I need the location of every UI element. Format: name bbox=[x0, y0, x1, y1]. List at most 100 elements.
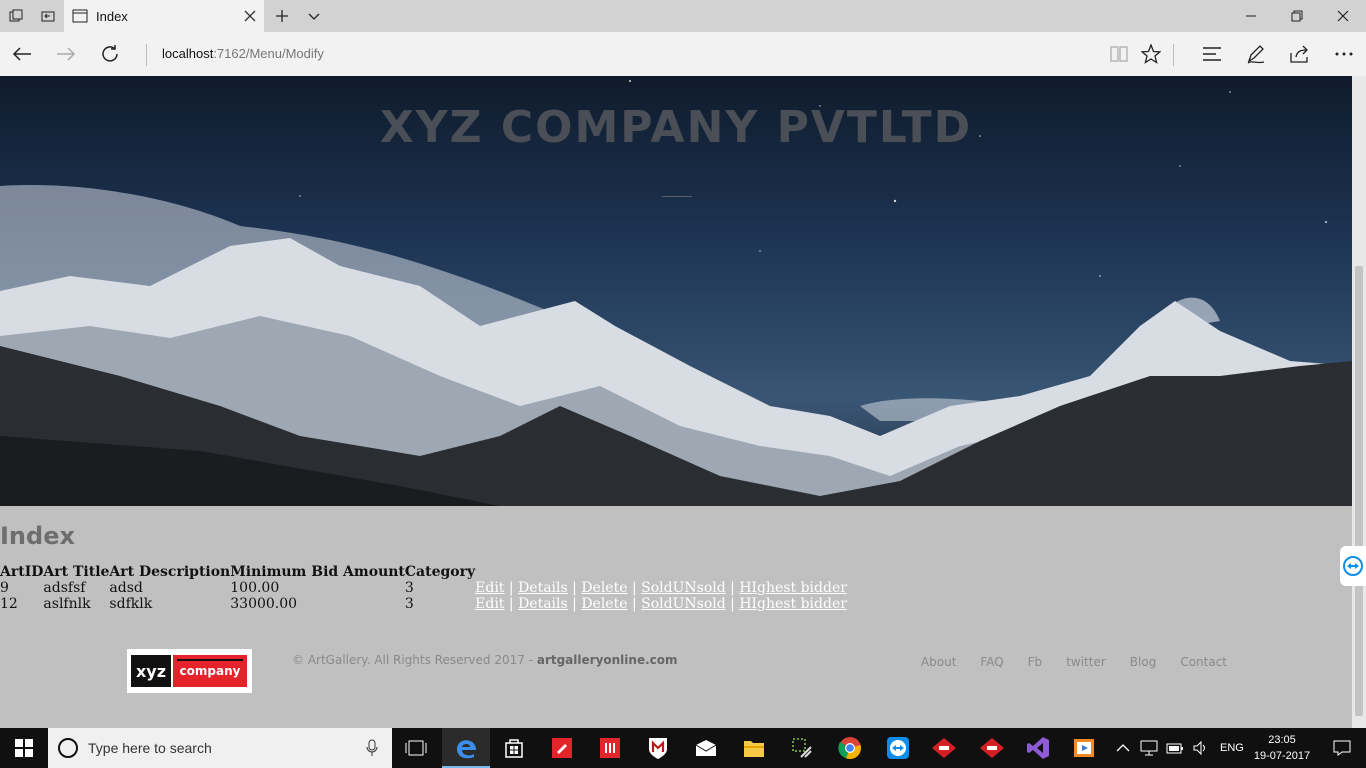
copyright-site-link[interactable]: artgalleryonline.com bbox=[537, 653, 678, 667]
favorite-button[interactable] bbox=[1135, 38, 1167, 70]
highest-bidder-link[interactable]: HIghest bidder bbox=[739, 596, 847, 612]
start-button[interactable] bbox=[0, 728, 48, 768]
volume-icon[interactable] bbox=[1192, 740, 1208, 756]
footer-link-fb[interactable]: Fb bbox=[1028, 655, 1043, 669]
forward-arrow-icon bbox=[57, 47, 76, 61]
web-note-button[interactable] bbox=[1240, 38, 1272, 70]
footer-link-twitter[interactable]: twitter bbox=[1066, 655, 1106, 669]
hero-divider bbox=[662, 196, 692, 197]
sold-unsold-link[interactable]: SoldUNsold bbox=[641, 580, 726, 596]
footer-link-faq[interactable]: FAQ bbox=[980, 655, 1003, 669]
chrome-icon[interactable] bbox=[826, 728, 874, 768]
details-link[interactable]: Details bbox=[518, 596, 568, 612]
app-red-pen-icon[interactable] bbox=[538, 728, 586, 768]
footer-link-about[interactable]: About bbox=[921, 655, 956, 669]
teamviewer-taskbar-icon[interactable] bbox=[874, 728, 922, 768]
edit-link[interactable]: Edit bbox=[475, 580, 504, 596]
mail-icon[interactable] bbox=[682, 728, 730, 768]
cortana-icon bbox=[58, 738, 78, 758]
mcafee-icon[interactable] bbox=[634, 728, 682, 768]
system-tray: ENG bbox=[1112, 728, 1244, 768]
page-scrollbar[interactable] bbox=[1352, 76, 1366, 728]
share-button[interactable] bbox=[1284, 38, 1316, 70]
microphone-icon[interactable] bbox=[366, 739, 378, 757]
edit-link[interactable]: Edit bbox=[475, 596, 504, 612]
close-window-button[interactable] bbox=[1320, 0, 1366, 32]
cell-artid: 9 bbox=[0, 580, 9, 596]
tab-index[interactable]: Index bbox=[64, 0, 264, 32]
taskbar-search[interactable]: Type here to search bbox=[48, 728, 392, 768]
battery-icon[interactable] bbox=[1166, 741, 1184, 755]
action-separator: | bbox=[508, 596, 514, 612]
teamviewer-icon bbox=[1343, 556, 1363, 576]
delete-link[interactable]: Delete bbox=[581, 580, 627, 596]
header-actions bbox=[475, 564, 847, 580]
app-red-diamond-icon[interactable] bbox=[920, 728, 968, 768]
cell-art-title: adsfsf bbox=[43, 580, 86, 596]
header-category: Category bbox=[404, 564, 476, 580]
cell-art-description: adsd bbox=[109, 580, 143, 596]
cell-category: 3 bbox=[404, 596, 414, 612]
refresh-icon bbox=[102, 45, 118, 62]
more-button[interactable] bbox=[1328, 38, 1360, 70]
share-icon bbox=[1290, 45, 1308, 63]
store-icon[interactable] bbox=[490, 728, 538, 768]
header-artid: ArtID bbox=[0, 564, 44, 580]
page-title: Index bbox=[0, 522, 75, 550]
address-bar[interactable]: localhost:7162/Menu/Modify bbox=[162, 46, 324, 61]
clock-date: 19-07-2017 bbox=[1253, 750, 1311, 762]
set-aside-tabs-icon[interactable] bbox=[32, 0, 64, 32]
header-minimum-bid: Minimum Bid Amount bbox=[230, 564, 405, 580]
footer-link-blog[interactable]: Blog bbox=[1130, 655, 1157, 669]
tab-preview-icon[interactable] bbox=[0, 0, 32, 32]
network-icon[interactable] bbox=[1140, 740, 1158, 756]
book-icon bbox=[1110, 46, 1128, 62]
minimize-button[interactable] bbox=[1228, 0, 1274, 32]
cell-art-description: sdfklk bbox=[109, 596, 153, 612]
chevron-up-icon[interactable] bbox=[1116, 743, 1130, 753]
action-separator: | bbox=[730, 580, 735, 596]
cell-minimum-bid: 100.00 bbox=[230, 580, 280, 596]
windows-logo-icon bbox=[15, 739, 33, 757]
scrollbar-thumb[interactable] bbox=[1355, 266, 1363, 716]
hub-button[interactable] bbox=[1196, 38, 1228, 70]
page-icon bbox=[72, 9, 88, 23]
taskbar-clock[interactable]: 23:05 19-07-2017 bbox=[1248, 732, 1316, 764]
logo-company-text: company bbox=[173, 655, 247, 687]
address-host: localhost bbox=[162, 46, 214, 61]
teamviewer-widget[interactable] bbox=[1340, 546, 1366, 586]
details-link[interactable]: Details bbox=[518, 580, 568, 596]
chevron-down-icon[interactable] bbox=[298, 0, 330, 32]
language-indicator[interactable]: ENG bbox=[1220, 742, 1244, 754]
visual-studio-icon[interactable] bbox=[1014, 728, 1062, 768]
app-red-diamond-icon-2[interactable] bbox=[968, 728, 1016, 768]
action-separator: | bbox=[631, 596, 637, 612]
highest-bidder-link[interactable]: HIghest bidder bbox=[739, 580, 847, 596]
cell-artid: 12 bbox=[0, 596, 18, 612]
task-view-icon[interactable] bbox=[392, 728, 440, 768]
row-actions: Edit | Details | Delete | SoldUNsold | H… bbox=[475, 596, 847, 612]
footer-link-contact[interactable]: Contact bbox=[1180, 655, 1227, 669]
cell-category: 3 bbox=[404, 580, 414, 596]
footer-logo: xyz company bbox=[127, 649, 252, 693]
restore-button[interactable] bbox=[1274, 0, 1320, 32]
tools-icon[interactable] bbox=[778, 728, 826, 768]
back-button[interactable] bbox=[6, 38, 38, 70]
header-art-title: Art Title bbox=[43, 564, 110, 580]
table-header-row: ArtID Art Title Art Description Minimum … bbox=[0, 564, 847, 580]
refresh-button[interactable] bbox=[94, 38, 126, 70]
close-tab-icon[interactable] bbox=[242, 8, 258, 24]
file-explorer-icon[interactable] bbox=[730, 728, 778, 768]
media-player-icon[interactable] bbox=[1060, 728, 1108, 768]
edge-browser-icon[interactable] bbox=[442, 728, 490, 768]
header-art-description: Art Description bbox=[109, 564, 231, 580]
app-red-bars-icon[interactable] bbox=[586, 728, 634, 768]
action-center-button[interactable] bbox=[1318, 728, 1366, 768]
sold-unsold-link[interactable]: SoldUNsold bbox=[641, 596, 726, 612]
page-content: XYZ COMPANY PVTLTD Index ArtID Art Title… bbox=[0, 76, 1352, 728]
forward-button[interactable] bbox=[50, 38, 82, 70]
new-tab-icon[interactable] bbox=[266, 0, 298, 32]
reading-view-button[interactable] bbox=[1103, 38, 1135, 70]
delete-link[interactable]: Delete bbox=[581, 596, 627, 612]
restore-icon bbox=[1291, 10, 1303, 22]
